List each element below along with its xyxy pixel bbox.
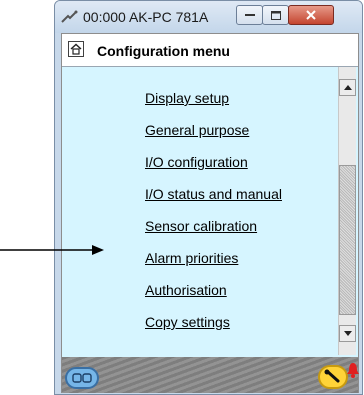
triangle-up-icon (343, 85, 352, 90)
alarm-bell-icon[interactable] (346, 359, 360, 381)
menu-item-authorisation[interactable]: Authorisation (145, 282, 227, 298)
plug-icon (61, 9, 79, 25)
menu-item-io-configuration[interactable]: I/O configuration (145, 154, 248, 170)
scroll-up-button[interactable] (339, 79, 356, 96)
scroll-thumb[interactable] (339, 165, 356, 315)
wrench-icon[interactable] (318, 365, 348, 389)
menu-item-general-purpose[interactable]: General purpose (145, 122, 249, 138)
close-button[interactable] (288, 5, 334, 25)
minimize-icon (244, 14, 255, 16)
status-bar (62, 357, 360, 393)
client-area: Configuration menu Display setup General… (61, 33, 359, 393)
controller-icon[interactable] (65, 367, 99, 389)
menu-item-sensor-calibration[interactable]: Sensor calibration (145, 218, 257, 234)
scroll-down-button[interactable] (339, 325, 356, 342)
triangle-down-icon (343, 331, 352, 336)
vertical-scrollbar[interactable] (338, 67, 356, 355)
menu-item-copy-settings[interactable]: Copy settings (145, 314, 230, 330)
page-title: Configuration menu (97, 43, 230, 59)
maximize-icon (270, 10, 281, 20)
pointer-arrow (0, 245, 104, 255)
home-icon[interactable] (68, 41, 84, 57)
title-bar[interactable]: 00:000 AK-PC 781A (55, 1, 362, 33)
window-title: 00:000 AK-PC 781A (83, 9, 209, 25)
menu-header: Configuration menu (62, 34, 358, 67)
menu-list: Display setup General purpose I/O config… (62, 67, 338, 367)
app-window: 00:000 AK-PC 781A Configuration menu Dis… (54, 0, 363, 395)
menu-item-display-setup[interactable]: Display setup (145, 90, 229, 106)
close-icon (306, 10, 316, 20)
menu-item-io-status-manual[interactable]: I/O status and manual (145, 186, 282, 202)
menu-item-alarm-priorities[interactable]: Alarm priorities (145, 250, 238, 266)
minimize-button[interactable] (236, 5, 263, 25)
maximize-button[interactable] (262, 5, 289, 25)
